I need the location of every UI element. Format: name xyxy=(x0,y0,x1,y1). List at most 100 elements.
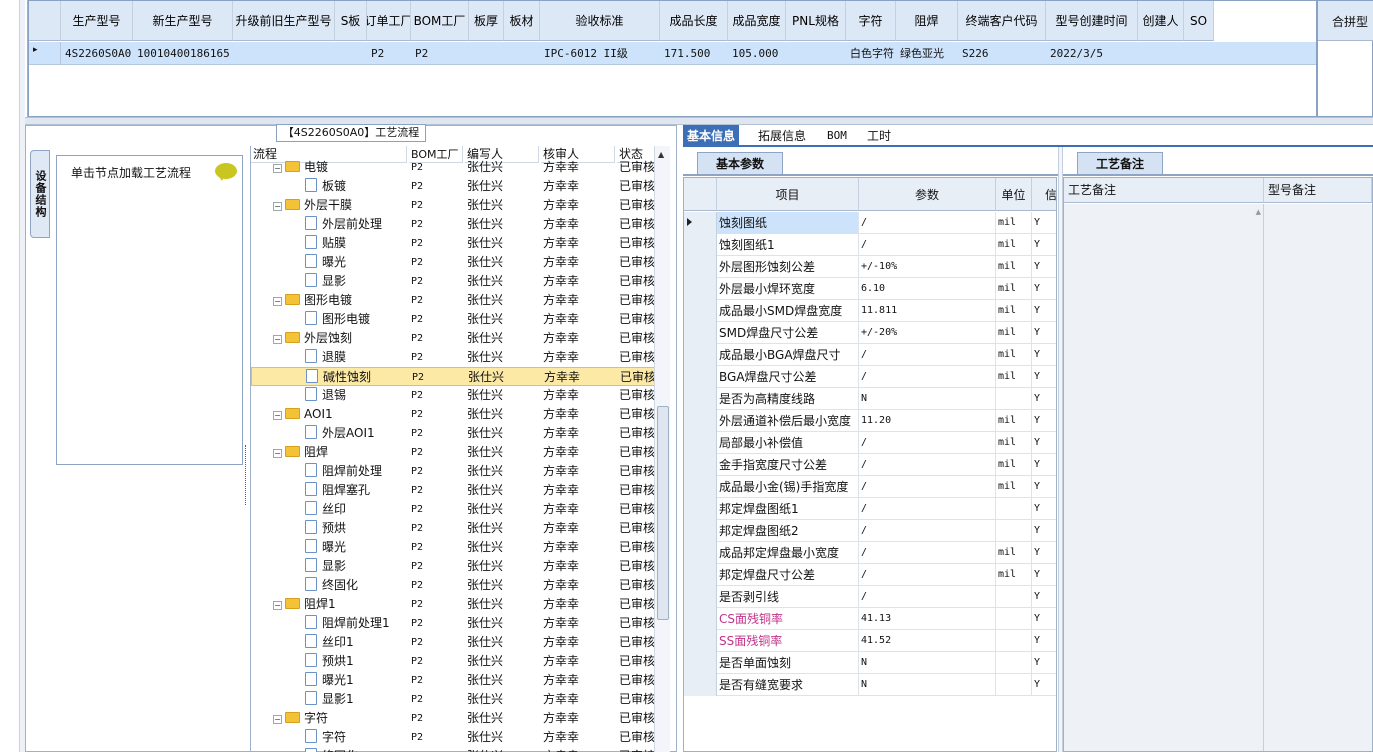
table-cell[interactable] xyxy=(335,42,367,65)
tree-node[interactable]: 显影 xyxy=(251,557,407,576)
row-selector[interactable] xyxy=(684,674,717,696)
table-cell[interactable] xyxy=(1138,42,1184,65)
tree-node[interactable]: − 外层干膜 xyxy=(251,196,407,215)
param-value[interactable]: / xyxy=(859,234,996,256)
tree-node[interactable]: 阻焊前处理1 xyxy=(251,614,407,633)
tree-row[interactable]: 碱性蚀刻 P2 张仕兴 方幸幸 已审核 xyxy=(251,367,656,386)
col-header[interactable]: 成品宽度 xyxy=(728,1,786,41)
param-row[interactable]: 成品最小SMD焊盘宽度 11.811 mil Y xyxy=(684,300,1056,322)
tree-node[interactable]: − 阻焊1 xyxy=(251,595,407,614)
tree-node[interactable]: 预烘1 xyxy=(251,652,407,671)
tree-node[interactable]: 字符 xyxy=(251,728,407,747)
param-row[interactable]: 蚀刻图纸 / mil Y xyxy=(684,212,1056,234)
param-row[interactable]: 成品邦定焊盘最小宽度 / mil Y xyxy=(684,542,1056,564)
param-row[interactable]: 外层图形蚀刻公差 +/-10% mil Y xyxy=(684,256,1056,278)
param-value[interactable]: / xyxy=(859,212,996,234)
row-selector[interactable] xyxy=(684,542,717,564)
param-row[interactable]: BGA焊盘尺寸公差 / mil Y xyxy=(684,366,1056,388)
tree-node[interactable]: 终固化 xyxy=(251,576,407,595)
flow-scroll-thumb[interactable] xyxy=(657,406,669,620)
tree-row[interactable]: 曝光 P2 张仕兴 方幸幸 已审核 xyxy=(251,253,655,272)
param-value[interactable]: 11.811 xyxy=(859,300,996,322)
param-value[interactable]: N xyxy=(859,388,996,410)
tree-node[interactable]: 曝光1 xyxy=(251,671,407,690)
tree-row[interactable]: 阻焊塞孔 P2 张仕兴 方幸幸 已审核 xyxy=(251,481,655,500)
row-selector[interactable] xyxy=(684,454,717,476)
col-header[interactable]: 成品长度 xyxy=(660,1,728,41)
row-selector[interactable] xyxy=(684,476,717,498)
tree-row[interactable]: 图形电镀 P2 张仕兴 方幸幸 已审核 xyxy=(251,310,655,329)
tree-row[interactable]: 字符 P2 张仕兴 方幸幸 已审核 xyxy=(251,728,655,747)
collapse-toggle-icon[interactable]: − xyxy=(273,601,282,610)
collapse-toggle-icon[interactable]: − xyxy=(273,164,282,173)
row-selector[interactable] xyxy=(684,564,717,586)
horizontal-splitter[interactable] xyxy=(25,117,1373,125)
table-cell[interactable] xyxy=(1184,42,1214,65)
tree-row[interactable]: 退膜 P2 张仕兴 方幸幸 已审核 xyxy=(251,348,655,367)
tree-row[interactable]: 外层AOI1 P2 张仕兴 方幸幸 已审核 xyxy=(251,424,655,443)
flow-scrollbar[interactable]: ▲ xyxy=(654,146,670,752)
tree-row[interactable]: 板镀 P2 张仕兴 方幸幸 已审核 xyxy=(251,177,655,196)
table-cell[interactable] xyxy=(469,42,504,65)
tree-row[interactable]: 显影 P2 张仕兴 方幸幸 已审核 xyxy=(251,557,655,576)
row-selector[interactable] xyxy=(684,366,717,388)
tree-node[interactable]: 阻焊塞孔 xyxy=(251,481,407,500)
tree-row[interactable]: 贴膜 P2 张仕兴 方幸幸 已审核 xyxy=(251,234,655,253)
table-cell[interactable] xyxy=(233,42,335,65)
collapse-toggle-icon[interactable]: − xyxy=(273,715,282,724)
param-row[interactable]: 金手指宽度尺寸公差 / mil Y xyxy=(684,454,1056,476)
param-value[interactable]: / xyxy=(859,366,996,388)
param-row[interactable]: 邦定焊盘尺寸公差 / mil Y xyxy=(684,564,1056,586)
row-selector[interactable] xyxy=(684,388,717,410)
param-row[interactable]: 是否为高精度线路 N Y xyxy=(684,388,1056,410)
param-row[interactable]: 外层通道补偿后最小宽度 11.20 mil Y xyxy=(684,410,1056,432)
tree-node[interactable]: − 字符 xyxy=(251,709,407,728)
col-header[interactable]: 终端客户代码 xyxy=(958,1,1046,41)
tree-node[interactable]: 贴膜 xyxy=(251,234,407,253)
row-selector[interactable] xyxy=(684,586,717,608)
tree-node[interactable]: 预烘 xyxy=(251,519,407,538)
col-unit[interactable]: 单位 xyxy=(996,178,1032,211)
tree-row[interactable]: 丝印 P2 张仕兴 方幸幸 已审核 xyxy=(251,500,655,519)
row-selector[interactable] xyxy=(684,278,717,300)
col-header[interactable]: 验收标准 xyxy=(540,1,660,41)
param-row[interactable]: 邦定焊盘图纸2/ Y xyxy=(684,520,1056,542)
tree-node[interactable]: 丝印 xyxy=(251,500,407,519)
table-cell[interactable]: S226 xyxy=(958,42,1046,65)
col-header[interactable]: 阻焊 xyxy=(896,1,958,41)
table-cell[interactable]: 绿色亚光 xyxy=(896,42,958,65)
tree-row[interactable]: 显影 P2 张仕兴 方幸幸 已审核 xyxy=(251,272,655,291)
scroll-up-icon[interactable]: ▲ xyxy=(1256,208,1261,216)
tree-row[interactable]: 预烘1 P2 张仕兴 方幸幸 已审核 xyxy=(251,652,655,671)
tree-node[interactable]: 外层AOI1 xyxy=(251,424,407,443)
param-row[interactable]: 成品最小BGA焊盘尺寸 / mil Y xyxy=(684,344,1056,366)
col-item[interactable]: 项目 xyxy=(717,178,859,211)
tree-node[interactable]: 曝光 xyxy=(251,538,407,557)
tree-node[interactable]: 外层前处理 xyxy=(251,215,407,234)
process-memo-field[interactable]: ▲ xyxy=(1064,204,1264,751)
param-value[interactable]: / xyxy=(859,586,996,608)
tab-basic-info[interactable]: 基本信息 xyxy=(683,125,740,147)
tree-row[interactable]: 终固化 P2 张仕兴 方幸幸 已审核 xyxy=(251,747,655,752)
tree-node[interactable]: 终固化 xyxy=(251,747,407,752)
tree-node[interactable]: 丝印1 xyxy=(251,633,407,652)
row-selector[interactable] xyxy=(684,630,717,652)
tree-row[interactable]: − 字符 P2 张仕兴 方幸幸 已审核 xyxy=(251,709,655,728)
tree-node[interactable]: − AOI1 xyxy=(251,405,407,424)
col-model-memo[interactable]: 型号备注 xyxy=(1264,178,1372,203)
col-header[interactable]: SO xyxy=(1184,1,1214,41)
tree-node[interactable]: − 阻焊 xyxy=(251,443,407,462)
param-row[interactable]: 成品最小金(锡)手指宽度 / mil Y xyxy=(684,476,1056,498)
product-row[interactable]: ▸ 4S2260S0A0 10010400186165 P2 P2 IPC-6012 I… xyxy=(29,42,1316,65)
tree-node[interactable]: − 外层蚀刻 xyxy=(251,329,407,348)
row-selector[interactable] xyxy=(684,410,717,432)
row-selector[interactable] xyxy=(684,498,717,520)
param-row[interactable]: 是否剥引线 / Y xyxy=(684,586,1056,608)
param-row[interactable]: 是否单面蚀刻 N Y xyxy=(684,652,1056,674)
tree-row[interactable]: 外层前处理 P2 张仕兴 方幸幸 已审核 xyxy=(251,215,655,234)
tree-node[interactable]: − 电镀 xyxy=(251,158,407,177)
param-row[interactable]: 局部最小补偿值 / mil Y xyxy=(684,432,1056,454)
tree-row[interactable]: 终固化 P2 张仕兴 方幸幸 已审核 xyxy=(251,576,655,595)
tree-node[interactable]: 曝光 xyxy=(251,253,407,272)
tree-node[interactable]: 显影 xyxy=(251,272,407,291)
